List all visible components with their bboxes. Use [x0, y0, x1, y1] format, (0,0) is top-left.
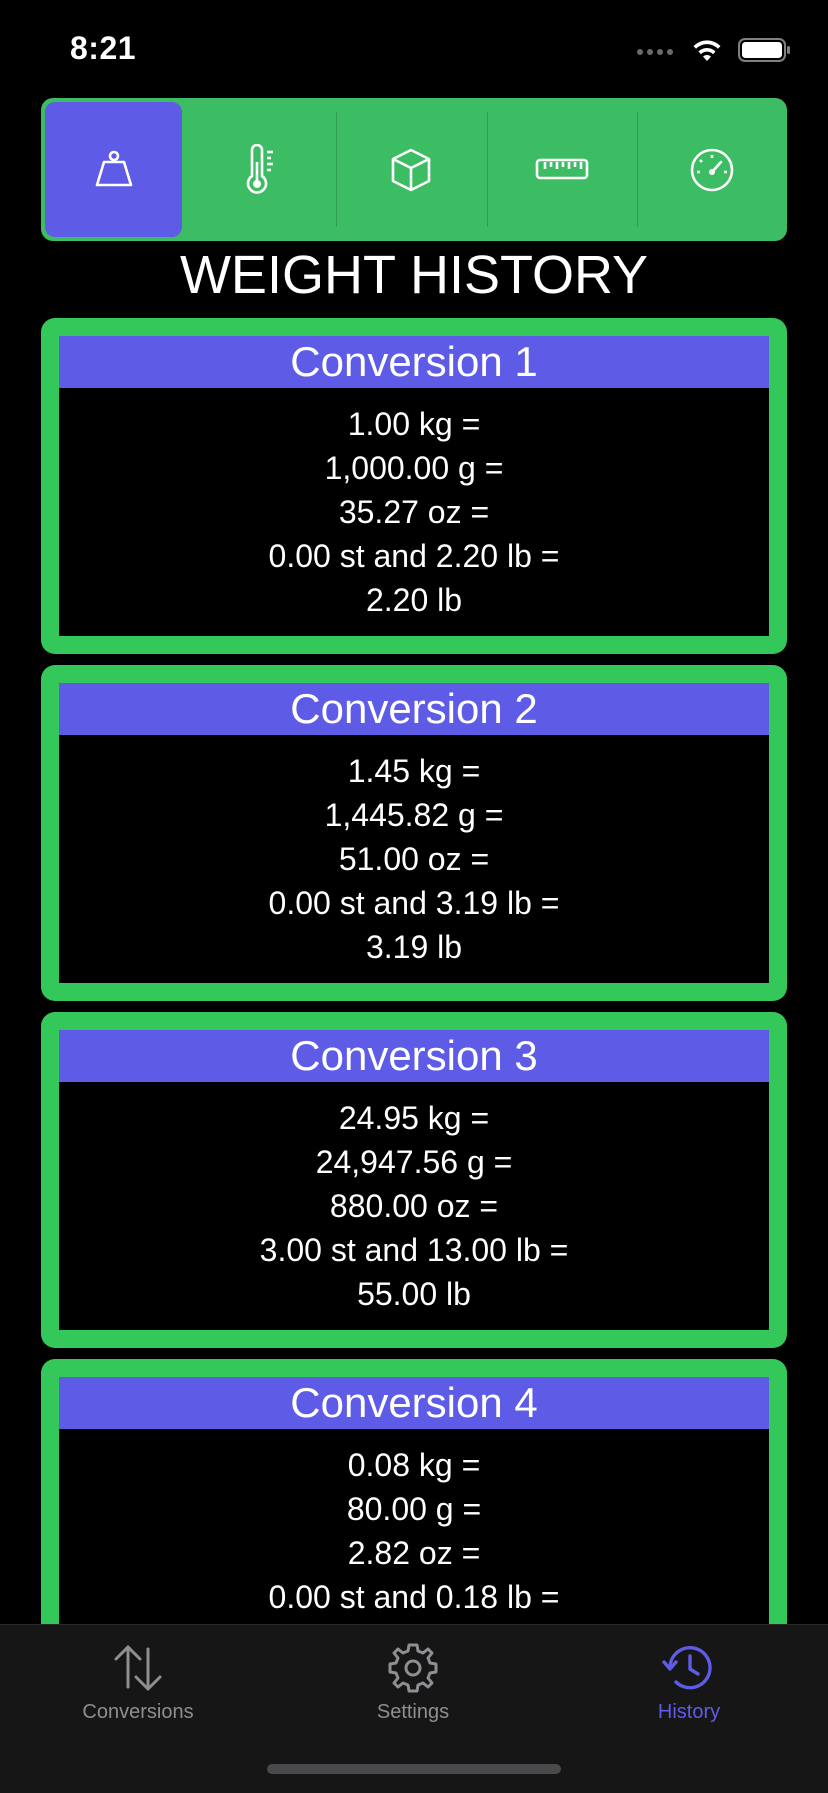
tab-settings[interactable]: Settings: [313, 1641, 513, 1724]
conversion-line: 1.00 kg =: [347, 406, 481, 442]
segment-weight[interactable]: [45, 102, 182, 237]
conversion-line: 3.00 st and 13.00 lb =: [259, 1232, 569, 1268]
conversion-line: 2.82 oz =: [347, 1535, 481, 1571]
conversion-line: 1,000.00 g =: [324, 450, 504, 486]
conversion-line: 55.00 lb: [357, 1276, 471, 1312]
conversion-line: 24.95 kg =: [338, 1100, 490, 1136]
conversion-line: 3.19 lb: [365, 929, 463, 965]
unit-type-segmented-control: [41, 98, 787, 241]
tab-conversions[interactable]: Conversions: [38, 1641, 238, 1724]
conversion-line: 2.20 lb: [365, 582, 463, 618]
conversion-line: 0.08 kg =: [347, 1447, 481, 1483]
conversion-card-body: 24.95 kg = 24,947.56 g = 880.00 oz = 3.0…: [59, 1082, 769, 1316]
tab-history[interactable]: History: [589, 1641, 789, 1724]
conversion-card: Conversion 1 1.00 kg = 1,000.00 g = 35.2…: [41, 318, 787, 654]
conversion-line: 880.00 oz =: [329, 1188, 499, 1224]
status-time: 8:21: [70, 30, 137, 66]
tab-label: Conversions: [82, 1701, 194, 1723]
conversion-line: 24,947.56 g =: [315, 1144, 513, 1180]
conversion-card-title: Conversion 2: [59, 683, 769, 735]
conversion-line: 0.00 st and 3.19 lb =: [268, 885, 560, 921]
battery-icon: [738, 38, 790, 62]
cube-icon: [392, 148, 431, 191]
history-clock-icon: [662, 1646, 712, 1690]
page-title: WEIGHT HISTORY: [179, 245, 649, 305]
segment-speed[interactable]: [636, 98, 787, 241]
thermometer-icon: [246, 143, 274, 194]
status-bar: 8:21: [0, 0, 828, 100]
conversion-card: Conversion 3 24.95 kg = 24,947.56 g = 88…: [41, 1012, 787, 1348]
conversion-line: 80.00 g =: [346, 1491, 482, 1527]
cellular-signal-icon: [637, 49, 673, 55]
weight-icon: [95, 150, 132, 186]
tab-label: Settings: [376, 1701, 450, 1723]
conversion-card-body: 1.45 kg = 1,445.82 g = 51.00 oz = 0.00 s…: [59, 735, 769, 969]
conversion-line: 35.27 oz =: [338, 494, 490, 530]
ruler-icon: [535, 158, 588, 179]
conversion-card-title: Conversion 3: [59, 1030, 769, 1082]
conversion-card-body: 0.08 kg = 80.00 g = 2.82 oz = 0.00 st an…: [59, 1429, 769, 1619]
conversion-line: 1.45 kg =: [347, 753, 481, 789]
speedometer-icon: [690, 148, 734, 191]
arrows-up-down-icon: [114, 1645, 162, 1691]
home-indicator: [267, 1764, 561, 1774]
segment-temperature[interactable]: [186, 98, 336, 241]
status-icons: [636, 34, 792, 66]
segment-length[interactable]: [486, 98, 637, 241]
conversion-line: 51.00 oz =: [338, 841, 490, 877]
conversion-card: Conversion 2 1.45 kg = 1,445.82 g = 51.0…: [41, 665, 787, 1001]
segment-volume[interactable]: [336, 98, 486, 241]
conversion-line: 1,445.82 g =: [324, 797, 504, 833]
conversion-card-body: 1.00 kg = 1,000.00 g = 35.27 oz = 0.00 s…: [59, 388, 769, 622]
tab-label: History: [657, 1701, 721, 1723]
conversion-line: 0.00 st and 2.20 lb =: [268, 538, 560, 574]
wifi-icon: [693, 40, 721, 61]
conversion-card-title: Conversion 4: [59, 1377, 769, 1429]
conversion-line: 0.00 st and 0.18 lb =: [268, 1579, 560, 1615]
tab-bar: Conversions Settings History: [0, 1624, 828, 1793]
gear-icon: [388, 1643, 438, 1693]
conversion-card-title: Conversion 1: [59, 336, 769, 388]
